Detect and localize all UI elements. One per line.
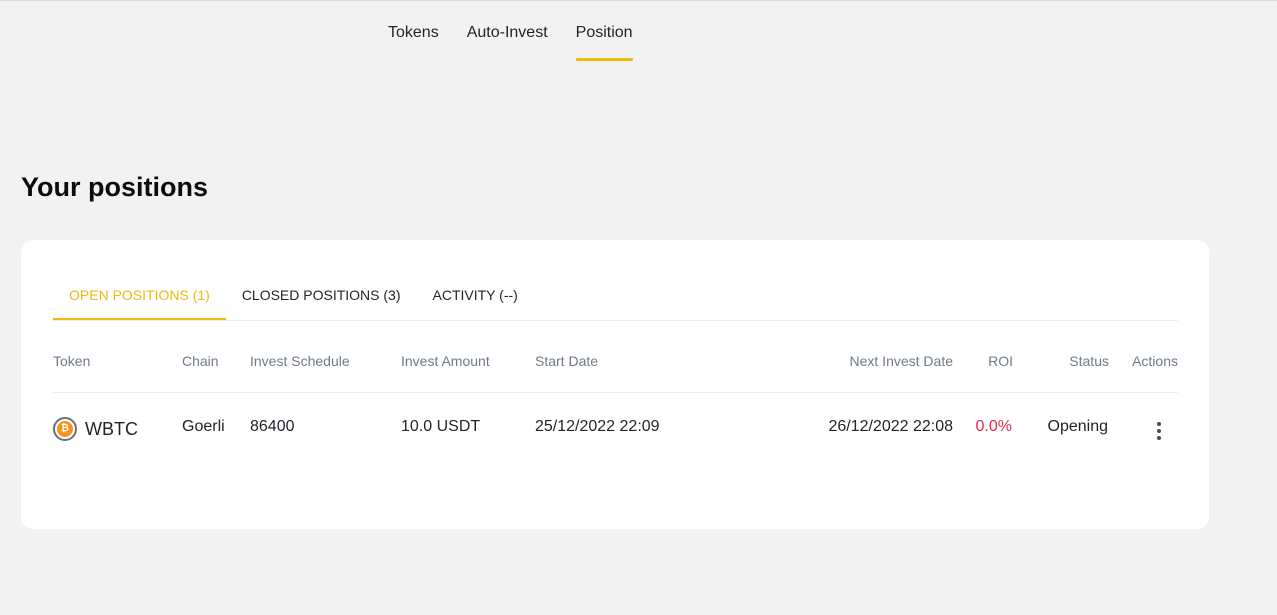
header-status: Status — [1069, 353, 1109, 369]
header-next-invest-date: Next Invest Date — [849, 353, 954, 369]
row-token: WBTC — [85, 419, 138, 439]
top-nav: Tokens Auto-Invest Position — [388, 24, 633, 61]
header-invest-schedule: Invest Schedule — [250, 353, 350, 369]
table-row: ₿ WBTC Goerli 86400 10.0 USDT 25/12/2022… — [53, 393, 1178, 465]
header-token: Token — [53, 353, 91, 369]
row-invest-amount: 10.0 USDT — [401, 418, 481, 435]
header-chain: Chain — [182, 353, 219, 369]
tab-open-positions[interactable]: OPEN POSITIONS (1) — [53, 276, 226, 320]
row-status: Opening — [1047, 418, 1109, 435]
btc-coin-icon: ₿ — [53, 417, 77, 441]
nav-auto-invest[interactable]: Auto-Invest — [467, 24, 548, 61]
header-actions: Actions — [1132, 353, 1178, 369]
positions-card: OPEN POSITIONS (1) CLOSED POSITIONS (3) … — [21, 240, 1209, 529]
header-roi: ROI — [988, 353, 1013, 369]
dot — [1157, 422, 1161, 426]
tab-closed-positions[interactable]: CLOSED POSITIONS (3) — [226, 276, 417, 320]
header-invest-amount: Invest Amount — [401, 353, 490, 369]
tab-activity[interactable]: ACTIVITY (--) — [417, 276, 534, 320]
table-header: Token Chain Invest Schedule Invest Amoun… — [53, 348, 1178, 393]
position-tabs: OPEN POSITIONS (1) CLOSED POSITIONS (3) … — [53, 276, 1178, 321]
header-start-date: Start Date — [535, 353, 599, 369]
row-next-invest-date: 26/12/2022 22:08 — [828, 418, 953, 435]
nav-position[interactable]: Position — [575, 24, 633, 61]
page-title: Your positions — [21, 172, 208, 202]
nav-tokens[interactable]: Tokens — [388, 24, 439, 61]
row-start-date: 25/12/2022 22:09 — [535, 418, 660, 435]
dot — [1157, 429, 1161, 433]
row-chain: Goerli — [182, 418, 225, 435]
top-border — [0, 0, 1277, 1]
row-invest-schedule: 86400 — [250, 418, 295, 435]
row-roi: 0.0% — [975, 418, 1012, 435]
dot — [1157, 436, 1161, 440]
more-actions-icon[interactable] — [1147, 419, 1171, 443]
